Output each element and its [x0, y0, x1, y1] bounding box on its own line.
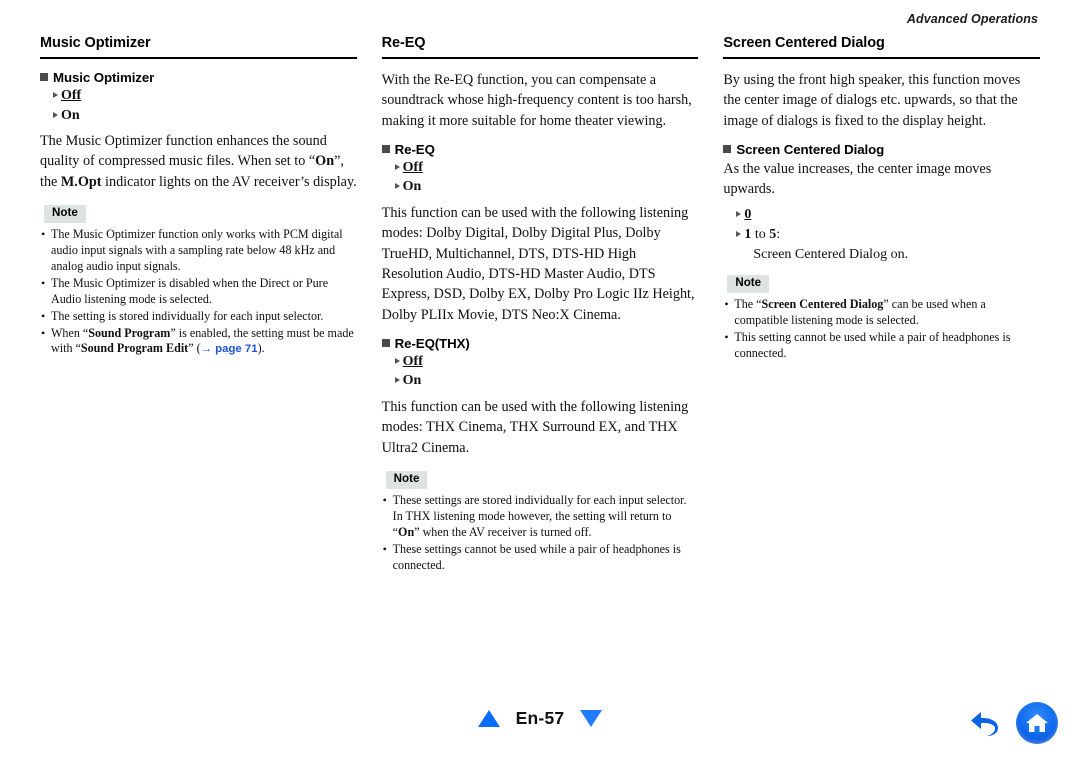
- note-item: This setting cannot be used while a pair…: [723, 330, 1040, 362]
- note-list: The “Screen Centered Dialog” can be used…: [723, 297, 1040, 362]
- note-list: The Music Optimizer function only works …: [40, 227, 357, 358]
- page-number-label: En-57: [515, 708, 565, 728]
- section-title-music-optimizer: Music Optimizer: [40, 35, 151, 51]
- triangle-right-icon: [394, 377, 400, 384]
- option-row-range[interactable]: 1 to 5:: [736, 226, 1040, 245]
- option-value: 0: [744, 207, 752, 223]
- home-icon[interactable]: [1016, 702, 1058, 744]
- text-part: :: [776, 227, 781, 243]
- subhead-label: Re-EQ: [394, 141, 435, 157]
- note-block-music-optimizer: Note The Music Optimizer function only w…: [40, 203, 357, 357]
- note-item: The setting is stored individually for e…: [40, 309, 357, 325]
- text-emphasis-on: On: [315, 153, 335, 170]
- subhead-label: Music Optimizer: [53, 69, 155, 85]
- section-rule: [723, 56, 1041, 59]
- column-re-eq: Re-EQ With the Re-EQ function, you can c…: [381, 35, 699, 579]
- section-rule: [40, 56, 357, 59]
- text-emphasis-sound-program-edit: Sound Program Edit: [80, 341, 189, 356]
- subhead-re-eq-thx: Re-EQ(THX): [381, 335, 699, 351]
- note-item: The “Screen Centered Dialog” can be used…: [723, 297, 1040, 329]
- note-item: The Music Optimizer function only works …: [40, 227, 357, 275]
- square-bullet-icon: [381, 144, 390, 153]
- note-badge: Note: [727, 275, 770, 293]
- text-part: The “: [734, 297, 762, 311]
- column-screen-centered-dialog: Screen Centered Dialog By using the fron…: [723, 35, 1041, 579]
- triangle-right-icon: [394, 183, 400, 190]
- note-list: These settings are stored individually f…: [382, 493, 699, 574]
- text-emphasis-sound-program: Sound Program: [88, 325, 171, 340]
- triangle-right-icon: [394, 163, 400, 170]
- back-arrow-icon[interactable]: [968, 707, 1004, 739]
- option-value: On: [402, 373, 422, 389]
- option-row-zero[interactable]: 0: [736, 206, 1040, 225]
- text-part: indicator lights on the AV receiver’s di…: [101, 173, 357, 190]
- text-part: to: [751, 227, 770, 243]
- text-part: ” (: [188, 341, 201, 356]
- manual-page: Advanced Operations Music Optimizer Musi…: [0, 0, 1080, 764]
- note-item: These settings cannot be used while a pa…: [382, 542, 699, 574]
- option-value: On: [402, 179, 422, 195]
- paragraph-scd-intro: By using the front high speaker, this fu…: [723, 71, 1021, 129]
- subhead-music-optimizer: Music Optimizer: [40, 70, 357, 85]
- paragraph-scd-description: As the value increases, the center image…: [723, 160, 992, 198]
- square-bullet-icon: [723, 144, 732, 153]
- page-reference-link[interactable]: → page 71: [201, 343, 258, 355]
- option-row-off[interactable]: Off: [394, 353, 699, 372]
- option-row-on[interactable]: On: [53, 107, 357, 126]
- option-row-on[interactable]: On: [394, 178, 699, 197]
- option-value: On: [61, 107, 80, 123]
- running-header-title: Advanced Operations: [906, 12, 1038, 26]
- triangle-up-icon[interactable]: [477, 710, 500, 727]
- option-row-off[interactable]: Off: [394, 159, 699, 178]
- text-part: ).: [257, 341, 265, 356]
- note-block-re-eq: Note These settings are stored individua…: [382, 469, 699, 574]
- option-value: Off: [402, 159, 423, 175]
- paragraph-re-eq-thx-modes: This function can be used with the follo…: [381, 399, 689, 456]
- square-bullet-icon: [40, 72, 48, 81]
- text-part: When “: [51, 325, 89, 340]
- page-navigation: En-57: [0, 708, 1080, 729]
- page-footer: En-57: [0, 702, 1080, 750]
- option-value: Off: [402, 353, 423, 369]
- triangle-right-icon: [394, 357, 400, 364]
- triangle-down-icon[interactable]: [580, 710, 603, 727]
- text-emphasis-on: On: [398, 524, 415, 539]
- section-title-re-eq: Re-EQ: [381, 35, 426, 51]
- triangle-right-icon: [53, 91, 58, 98]
- note-badge: Note: [385, 470, 428, 489]
- triangle-right-icon: [736, 211, 742, 218]
- paragraph-re-eq-intro: With the Re-EQ function, you can compens…: [381, 71, 692, 129]
- text-part: The Music Optimizer function enhances th…: [40, 133, 327, 170]
- subhead-screen-centered-dialog: Screen Centered Dialog: [723, 142, 1040, 157]
- note-item: These settings are stored individually f…: [382, 493, 699, 541]
- section-rule: [381, 56, 699, 59]
- option-value: Off: [61, 87, 82, 103]
- triangle-right-icon: [53, 111, 58, 118]
- section-title-screen-centered-dialog: Screen Centered Dialog: [723, 35, 885, 51]
- note-badge: Note: [44, 205, 86, 223]
- text-part: ” when the AV receiver is turned off.: [414, 524, 592, 539]
- navigation-icons: [968, 702, 1058, 744]
- subhead-label: Screen Centered Dialog: [736, 141, 885, 157]
- text-emphasis-mopt: M.Opt: [60, 173, 102, 190]
- note-item: The Music Optimizer is disabled when the…: [40, 276, 357, 308]
- option-range-description: Screen Centered Dialog on.: [753, 246, 909, 262]
- subhead-re-eq: Re-EQ: [381, 141, 699, 157]
- subhead-label: Re-EQ(THX): [394, 335, 470, 351]
- text-emphasis-scd: Screen Centered Dialog: [761, 297, 884, 311]
- option-row-on[interactable]: On: [394, 372, 699, 391]
- note-item-with-link: When “Sound Program” is enabled, the set…: [40, 326, 357, 358]
- paragraph-music-optimizer-description: The Music Optimizer function enhances th…: [40, 131, 357, 192]
- note-block-screen-centered-dialog: Note The “Screen Centered Dialog” can be…: [723, 273, 1040, 362]
- column-music-optimizer: Music Optimizer Music Optimizer Off On T…: [40, 35, 357, 579]
- option-row-off[interactable]: Off: [53, 87, 357, 106]
- three-column-layout: Music Optimizer Music Optimizer Off On T…: [40, 35, 1041, 579]
- triangle-right-icon: [736, 231, 742, 238]
- square-bullet-icon: [381, 338, 390, 347]
- paragraph-re-eq-modes: This function can be used with the follo…: [381, 205, 695, 323]
